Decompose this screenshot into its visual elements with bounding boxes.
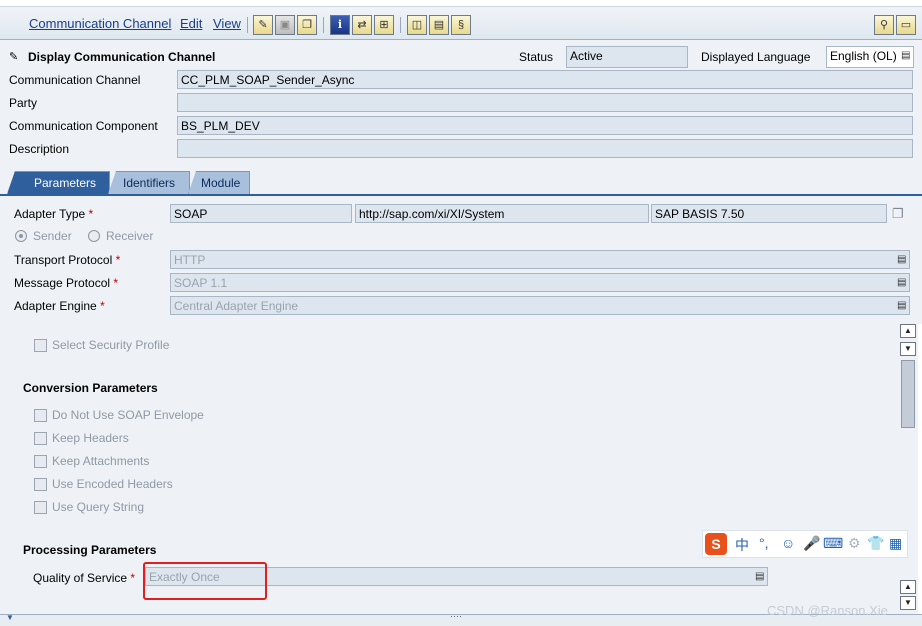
menu-view[interactable]: View bbox=[213, 16, 241, 31]
chinese-mode-icon[interactable]: 中 bbox=[735, 535, 749, 555]
adapter-engine-label: Adapter Engine * bbox=[14, 299, 105, 313]
dropdown-icon[interactable]: ▤ bbox=[897, 253, 907, 266]
option-checkbox[interactable] bbox=[34, 455, 47, 468]
option-checkbox[interactable] bbox=[34, 501, 47, 514]
status-label: Status bbox=[519, 50, 554, 64]
highlight-box bbox=[143, 562, 267, 600]
scroll-up-icon[interactable]: ▲ bbox=[900, 580, 916, 594]
receiver-label: Receiver bbox=[106, 229, 154, 243]
transport-protocol-label: Transport Protocol * bbox=[14, 253, 121, 267]
checkbox-label: Keep Headers bbox=[52, 431, 129, 445]
dropdown-icon[interactable]: ▤ bbox=[897, 299, 907, 312]
language-value: English (OL) bbox=[830, 49, 897, 63]
message-protocol-select[interactable]: SOAP 1.1 ▤ bbox=[170, 273, 910, 292]
microphone-icon[interactable]: 🎤 bbox=[803, 535, 820, 552]
ime-toolbar: S 中 °, ☺ 🎤 ⌨ ⚙ 👕 ▦ bbox=[702, 530, 908, 558]
checkbox-label: Keep Attachments bbox=[52, 454, 150, 468]
window-icon[interactable]: ▭ bbox=[896, 15, 916, 35]
menu-edit[interactable]: Edit bbox=[180, 16, 202, 31]
communication-component-field: BS_PLM_DEV bbox=[177, 116, 913, 135]
toolbar-separator bbox=[400, 17, 401, 33]
field-label: Party bbox=[9, 96, 38, 110]
compare-icon[interactable]: ⊞ bbox=[374, 15, 394, 35]
wrench-icon: ✎ bbox=[9, 51, 19, 63]
scroll-up-icon[interactable]: ▲ bbox=[900, 324, 916, 338]
edit-icon[interactable]: ✎ bbox=[253, 15, 273, 35]
scroll-down-icon[interactable]: ▼ bbox=[900, 342, 916, 356]
keyboard-icon[interactable]: ⌨ bbox=[823, 535, 843, 552]
broom-icon[interactable]: ⚲ bbox=[874, 15, 894, 35]
watermark: CSDN @Ranson.Xie bbox=[767, 603, 888, 618]
toolbar-separator bbox=[323, 17, 324, 33]
emoji-icon[interactable]: ☺ bbox=[781, 535, 795, 551]
copy-icon[interactable]: ❐ bbox=[297, 15, 317, 35]
skin-icon[interactable]: 👕 bbox=[867, 535, 884, 552]
message-protocol-value: SOAP 1.1 bbox=[174, 276, 228, 290]
field-label: Communication Component bbox=[9, 119, 158, 133]
message-protocol-label: Message Protocol * bbox=[14, 276, 119, 290]
adapter-engine-select[interactable]: Central Adapter Engine ▤ bbox=[170, 296, 910, 315]
checkbox-label: Use Encoded Headers bbox=[52, 477, 173, 491]
where-used-icon[interactable]: ⇄ bbox=[352, 15, 372, 35]
receiver-radio[interactable] bbox=[88, 230, 100, 242]
tab-module[interactable]: Module bbox=[188, 171, 250, 194]
tab-identifiers[interactable]: Identifiers bbox=[108, 171, 190, 194]
tab-bar: Parameters Identifiers Module bbox=[0, 170, 922, 194]
info-icon[interactable]: i bbox=[330, 15, 350, 35]
punctuation-icon[interactable]: °, bbox=[759, 535, 769, 551]
description-field bbox=[177, 139, 913, 158]
menu-communication-channel[interactable]: Communication Channel bbox=[29, 16, 171, 31]
tab-parameters[interactable]: Parameters bbox=[7, 171, 110, 194]
menu-bar: Communication Channel Edit View ✎ ▣ ❐ i … bbox=[0, 6, 922, 40]
save-icon[interactable]: ▣ bbox=[275, 15, 295, 35]
party-field bbox=[177, 93, 913, 112]
menu-grid-icon[interactable]: ▦ bbox=[889, 535, 902, 552]
communication-channel-field: CC_PLM_SOAP_Sender_Async bbox=[177, 70, 913, 89]
section-title-processing: Processing Parameters bbox=[23, 543, 157, 557]
field-label: Description bbox=[9, 142, 70, 156]
option-checkbox[interactable] bbox=[34, 409, 47, 422]
checkbox-label: Select Security Profile bbox=[52, 338, 170, 352]
copy-icon[interactable]: ❐ bbox=[892, 206, 904, 222]
collapse-icon[interactable]: ▼ bbox=[6, 613, 14, 622]
option-checkbox[interactable] bbox=[34, 432, 47, 445]
scroll-thumb[interactable] bbox=[901, 360, 915, 428]
sender-label: Sender bbox=[33, 229, 72, 243]
select-security-profile-checkbox[interactable] bbox=[34, 339, 47, 352]
scroll-panel: Select Security Profile Conversion Param… bbox=[0, 324, 918, 616]
adapter-engine-value: Central Adapter Engine bbox=[174, 299, 299, 313]
language-label: Displayed Language bbox=[701, 50, 811, 64]
header-panel: ✎ Display Communication Channel Status A… bbox=[0, 40, 922, 170]
scroll-down-icon[interactable]: ▼ bbox=[900, 596, 916, 610]
status-field: Active bbox=[566, 46, 688, 68]
language-select[interactable]: English (OL) ▤ bbox=[826, 46, 914, 68]
dropdown-icon[interactable]: ▤ bbox=[897, 276, 907, 289]
field-label: Communication Channel bbox=[9, 73, 141, 87]
table-icon[interactable]: ▤ bbox=[429, 15, 449, 35]
sender-radio[interactable] bbox=[15, 230, 27, 242]
vertical-scrollbar[interactable]: ▲ ▼ ▲ ▼ bbox=[900, 324, 916, 612]
option-checkbox[interactable] bbox=[34, 478, 47, 491]
checkbox-label: Use Query String bbox=[52, 500, 145, 514]
tools-icon[interactable]: ⚙ bbox=[848, 535, 861, 552]
transport-protocol-value: HTTP bbox=[174, 253, 206, 267]
toolbar-separator bbox=[247, 17, 248, 33]
sogou-logo[interactable]: S bbox=[705, 533, 727, 555]
qos-label: Quality of Service * bbox=[33, 571, 136, 585]
display-icon[interactable]: ◫ bbox=[407, 15, 427, 35]
parameters-panel: Adapter Type * SOAP http://sap.com/xi/XI… bbox=[0, 194, 922, 324]
history-icon[interactable]: § bbox=[451, 15, 471, 35]
dropdown-icon[interactable]: ▤ bbox=[755, 570, 765, 583]
transport-protocol-select[interactable]: HTTP ▤ bbox=[170, 250, 910, 269]
splitter-handle[interactable]: ···· bbox=[450, 611, 462, 621]
adapter-namespace-field: http://sap.com/xi/XI/System bbox=[355, 204, 649, 223]
adapter-type-label: Adapter Type * bbox=[14, 207, 94, 221]
page-title: Display Communication Channel bbox=[28, 50, 216, 64]
checkbox-label: Do Not Use SOAP Envelope bbox=[52, 408, 204, 422]
section-title-conversion: Conversion Parameters bbox=[23, 381, 158, 395]
adapter-type-field: SOAP bbox=[170, 204, 352, 223]
adapter-swc-field: SAP BASIS 7.50 bbox=[651, 204, 887, 223]
dropdown-icon[interactable]: ▤ bbox=[901, 49, 911, 62]
